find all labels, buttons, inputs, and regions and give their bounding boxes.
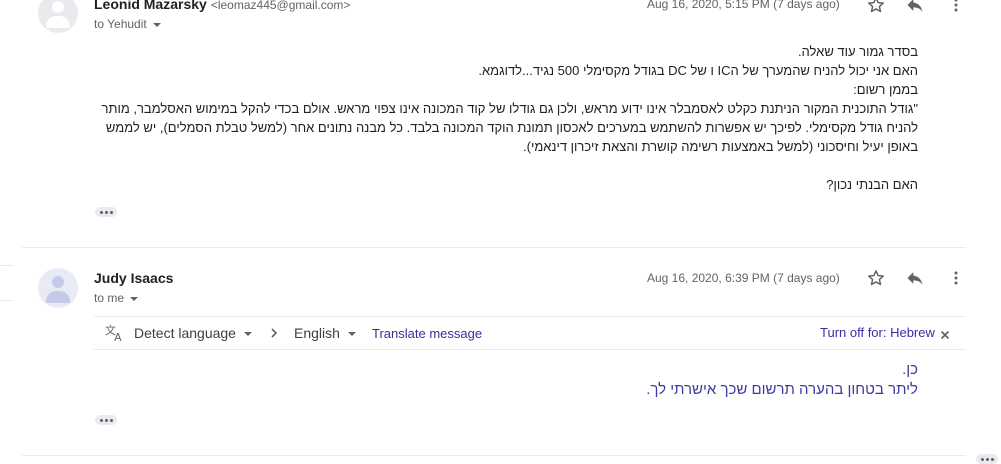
body-line: כן. <box>902 361 918 378</box>
more-vert-icon <box>954 271 958 285</box>
left-edge-divider <box>0 265 14 266</box>
chevron-right-icon <box>268 326 280 345</box>
target-language-dropdown[interactable]: English <box>294 325 356 341</box>
show-trimmed-content-button[interactable] <box>95 207 117 217</box>
more-options-button[interactable] <box>944 266 968 290</box>
body-line: האם אני יכול להניח שהמערך של הIC ו של DC… <box>478 63 918 78</box>
reply-button[interactable] <box>903 266 927 290</box>
show-trimmed-content-button[interactable] <box>95 415 117 425</box>
recipient-toggle[interactable]: to Yehudit <box>94 17 161 31</box>
translate-icon: 文 A <box>104 323 126 344</box>
body-line: בממן רשום: <box>853 82 918 97</box>
reply-button[interactable] <box>903 0 927 17</box>
sender-name[interactable]: Judy Isaacs <box>94 270 173 286</box>
message-divider <box>22 455 966 456</box>
body-line: בסדר גמור עוד שאלה. <box>797 44 918 59</box>
person-icon-head <box>52 1 64 13</box>
translate-bar-bottom-border <box>94 349 966 350</box>
star-icon <box>868 0 884 13</box>
body-line: האם הבנתי נכון? <box>826 177 918 192</box>
message-date: Aug 16, 2020, 5:15 PM (7 days ago) <box>647 0 840 11</box>
expand-thread-button[interactable] <box>976 454 998 464</box>
message-date: Aug 16, 2020, 6:39 PM (7 days ago) <box>647 271 840 285</box>
caret-down-icon <box>347 332 356 337</box>
recipient-label: to me <box>94 291 125 305</box>
body-line: ליתר בטחון בהערה תרשום שכך אישרתי לך. <box>646 381 918 398</box>
translate-message-link[interactable]: Translate message <box>372 326 482 341</box>
caret-down-icon <box>130 296 139 301</box>
turn-off-translation-link[interactable]: Turn off for: Hebrew <box>820 325 935 340</box>
left-edge-divider <box>0 300 14 301</box>
body-line <box>102 156 918 175</box>
person-icon-body <box>46 291 70 303</box>
person-icon-body <box>46 16 70 28</box>
message-body: בסדר גמור עוד שאלה. האם אני יכול להניח ש… <box>102 42 918 194</box>
sender-avatar[interactable] <box>38 268 78 308</box>
star-button[interactable] <box>864 0 888 17</box>
more-options-button[interactable] <box>944 0 968 17</box>
close-icon[interactable] <box>939 328 951 346</box>
recipient-label: to Yehudit <box>94 17 147 31</box>
star-icon <box>868 270 884 286</box>
reply-icon <box>907 0 923 12</box>
body-line: "גודל התוכנית המקור הניתנת כקלט לאסמבלר … <box>101 101 918 116</box>
star-button[interactable] <box>864 266 888 290</box>
body-line: להניח גודל מקסימלי. לפיכך יש אפשרות להשת… <box>105 120 918 135</box>
sender-email: <leomaz445@gmail.com> <box>210 0 351 12</box>
body-line: באופן יעיל וחיסכוני (למשל באמצעות רשימה … <box>523 139 918 154</box>
more-vert-icon <box>954 0 958 12</box>
message-body: כן. ליתר בטחון בהערה תרשום שכך אישרתי לך… <box>646 360 918 400</box>
detect-language-label: Detect language <box>134 325 236 341</box>
message-divider <box>22 247 966 248</box>
sender-name[interactable]: Leonid Mazarsky <box>94 0 207 12</box>
svg-text:A: A <box>114 331 122 343</box>
recipient-toggle[interactable]: to me <box>94 291 139 305</box>
detect-language-dropdown[interactable]: Detect language <box>134 325 252 341</box>
person-icon-head <box>52 276 64 288</box>
translate-bar-top-border <box>94 316 966 317</box>
sender-line: Leonid Mazarsky <leomaz445@gmail.com> <box>94 0 350 12</box>
caret-down-icon <box>152 22 161 27</box>
caret-down-icon <box>243 332 252 337</box>
sender-avatar[interactable] <box>38 0 78 33</box>
target-language-label: English <box>294 325 340 341</box>
reply-icon <box>907 272 923 285</box>
